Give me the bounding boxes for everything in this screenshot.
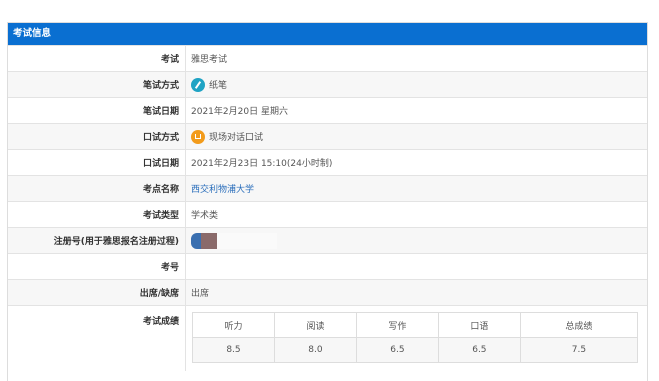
row-attendance: 出席/缺席 出席 (8, 279, 647, 305)
scores-table-wrapper: 听力 阅读 写作 口语 总成绩 8.5 8.0 6.5 6.5 7.5 (186, 306, 647, 371)
row-label: 考试类型 (8, 202, 186, 227)
exam-type-value: 学术类 (191, 211, 219, 221)
exam-info-panel: 考试信息 考试 雅思考试 笔试方式 纸笔 笔试日期 2021年2月20日 星期六… (7, 22, 648, 381)
row-label: 考试 (8, 46, 186, 71)
test-centre-link[interactable]: 西交利物浦大学 (186, 176, 647, 201)
score-writing: 6.5 (355, 337, 439, 363)
written-date-value: 2021年2月20日 星期六 (191, 107, 288, 117)
row-label: 考试成绩 (8, 306, 186, 371)
score-header-reading: 阅读 (273, 312, 357, 338)
row-label: 笔试方式 (8, 72, 186, 97)
pen-icon (191, 77, 205, 92)
scores-table: 听力 阅读 写作 口语 总成绩 8.5 8.0 6.5 6.5 7.5 (192, 312, 639, 363)
score-header-listening: 听力 (192, 312, 275, 338)
attendance-value: 出席 (191, 289, 210, 299)
registration-number-value (186, 228, 647, 253)
row-label: 口试日期 (8, 150, 186, 175)
oral-method-text: 现场对话口试 (209, 133, 264, 143)
redacted-block (191, 232, 277, 249)
row-label: 注册号(用于雅思报名注册过程) (8, 228, 186, 253)
row-label: 口试方式 (8, 124, 186, 149)
row-label: 出席/缺席 (8, 280, 186, 305)
score-reading: 8.0 (273, 337, 357, 363)
talk-icon (191, 129, 205, 144)
written-method-value: 纸笔 (186, 72, 647, 97)
panel-title: 考试信息 (8, 23, 647, 45)
scores-value-row: 8.5 8.0 6.5 6.5 7.5 (192, 337, 639, 363)
candidate-number-value (186, 254, 647, 279)
score-listening: 8.5 (192, 337, 275, 363)
exam-value: 雅思考试 (191, 55, 228, 65)
score-speaking: 6.5 (437, 337, 521, 363)
score-header-writing: 写作 (355, 312, 439, 338)
oral-date-value: 2021年2月23日 15:10(24小时制) (191, 159, 333, 169)
row-label: 考点名称 (8, 176, 186, 201)
oral-method-value: 现场对话口试 (186, 124, 647, 149)
row-label: 考号 (8, 254, 186, 279)
score-header-overall: 总成绩 (519, 312, 639, 338)
written-method-text: 纸笔 (209, 81, 228, 91)
row-written-date: 笔试日期 2021年2月20日 星期六 (8, 97, 647, 123)
row-label: 笔试日期 (8, 98, 186, 123)
score-header-speaking: 口语 (437, 312, 521, 338)
row-oral-method: 口试方式 现场对话口试 (8, 123, 647, 149)
scores-header-row: 听力 阅读 写作 口语 总成绩 (192, 312, 639, 338)
row-exam: 考试 雅思考试 (8, 45, 647, 71)
row-scores: 考试成绩 听力 阅读 写作 口语 总成绩 8.5 8.0 6.5 6.5 7.5 (8, 305, 647, 371)
row-test-centre: 考点名称 西交利物浦大学 (8, 175, 647, 201)
row-oral-date: 口试日期 2021年2月23日 15:10(24小时制) (8, 149, 647, 175)
row-registration-number: 注册号(用于雅思报名注册过程) (8, 227, 647, 253)
row-candidate-number: 考号 (8, 253, 647, 279)
row-written-method: 笔试方式 纸笔 (8, 71, 647, 97)
row-exam-type: 考试类型 学术类 (8, 201, 647, 227)
score-overall: 7.5 (519, 337, 639, 363)
